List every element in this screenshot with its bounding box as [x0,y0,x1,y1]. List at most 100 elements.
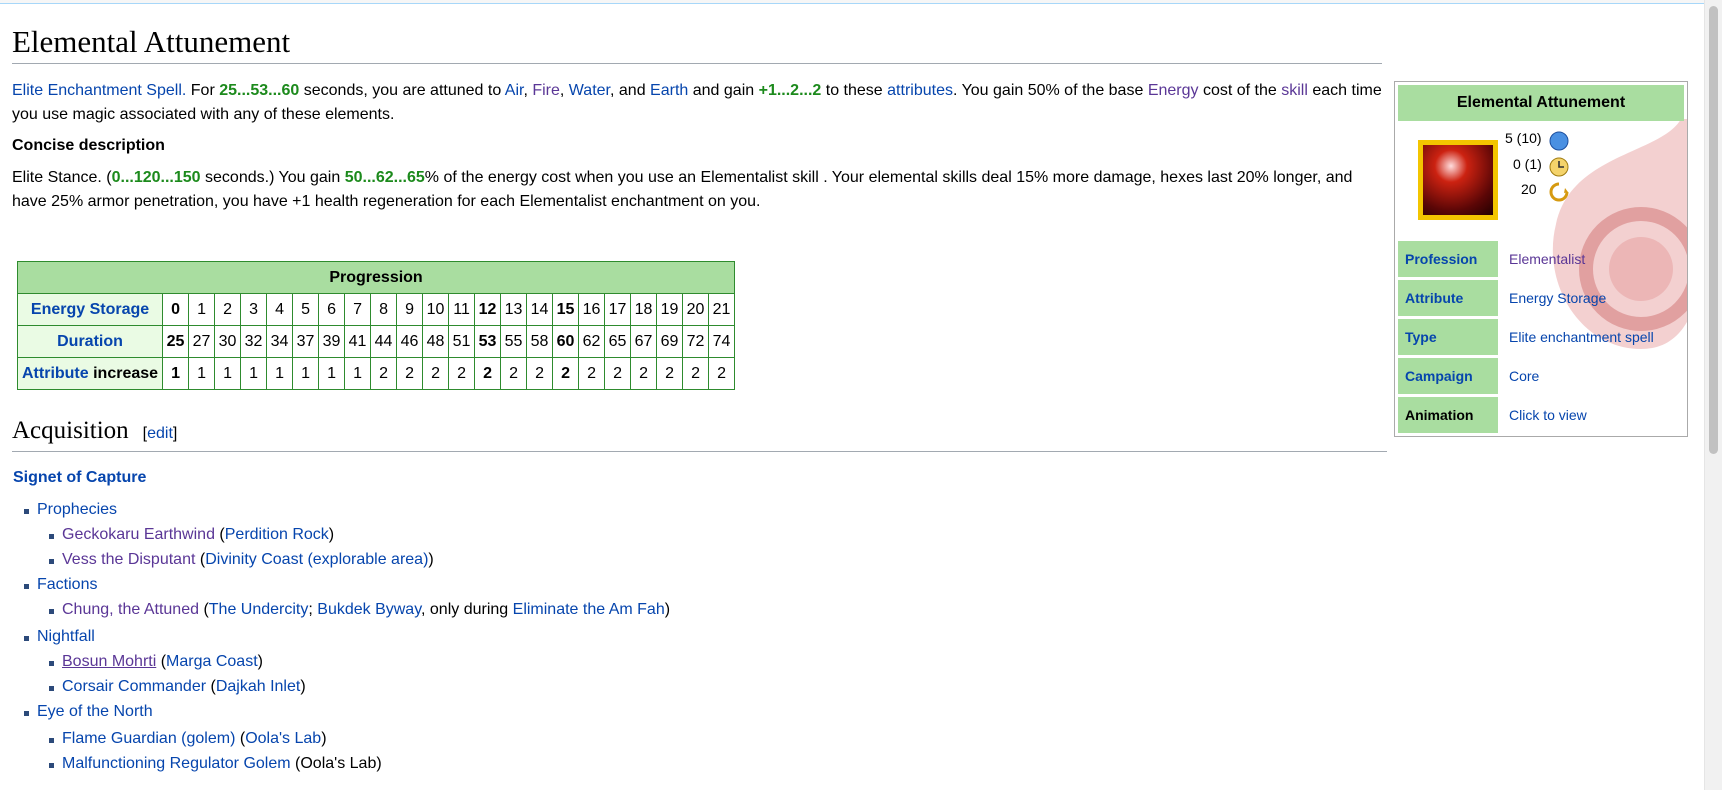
signet-of-capture-link[interactable]: Signet of Capture [13,469,146,487]
activation-clock-icon [1549,157,1569,177]
progression-cell: 2 [500,357,528,390]
list-item: Vess the Disputant (Divinity Coast (expl… [12,548,670,573]
vertical-scrollbar[interactable] [1704,0,1722,790]
dajkah-inlet-link[interactable]: Dajkah Inlet [216,678,301,695]
progression-cell: 1 [266,357,294,390]
progression-cell: 1 [240,357,268,390]
progression-cell: 20 [682,293,710,326]
progression-cell: 55 [500,325,528,358]
fire-link[interactable]: Fire [532,82,560,99]
progression-cell: 6 [318,293,346,326]
elite-spell-link[interactable]: Elite Enchantment Spell. [12,82,186,99]
progression-cell: 2 [656,357,684,390]
concise-description: Elite Stance. (0...120...150 seconds.) Y… [12,169,1353,210]
progression-cell: 2 [578,357,606,390]
duration-header[interactable]: Duration [16,325,164,358]
progression-cell: 2 [552,357,580,390]
edit-link[interactable]: edit [147,425,173,442]
flame-guardian-link[interactable]: Flame Guardian (golem) [62,730,235,747]
malfunctioning-golem-link[interactable]: Malfunctioning Regulator Golem [62,755,291,772]
progression-cell: 21 [708,293,736,326]
progression-cell: 27 [188,325,216,358]
energy-storage-header[interactable]: Energy Storage [16,293,164,326]
infobox-row-campaign: Campaign Core [1398,358,1684,394]
list-item: Bosun Mohrti (Marga Coast) [12,650,670,675]
list-item: Nightfall [12,625,670,650]
list-item: Corsair Commander (Dajkah Inlet) [12,675,670,700]
progression-cell: 2 [474,357,502,390]
list-item: Malfunctioning Regulator Golem (Oola's L… [12,752,670,777]
progression-cell: 16 [578,293,606,326]
skill-icon [1418,140,1498,220]
marga-coast-link[interactable]: Marga Coast [166,653,258,670]
energy-orb-icon [1549,131,1569,151]
attribute-link[interactable]: Attribute [22,365,89,382]
progression-cell: 9 [396,293,424,326]
progression-cell: 12 [474,293,502,326]
progression-cell: 2 [396,357,424,390]
chung-link[interactable]: Chung, the Attuned [62,601,199,618]
progression-cell: 2 [370,357,398,390]
progression-cell: 62 [578,325,606,358]
progression-cell: 1 [318,357,346,390]
scrollbar-thumb[interactable] [1709,6,1718,454]
skill-infobox: Elemental Attunement 5 (10) 0 (1) 20 Pro… [1394,81,1688,437]
divinity-coast-link[interactable]: Divinity Coast (explorable area) [205,551,428,568]
progression-cell: 8 [370,293,398,326]
vess-link[interactable]: Vess the Disputant [62,551,195,568]
oolas-lab-link[interactable]: Oola's Lab [245,730,321,747]
progression-cell: 58 [526,325,554,358]
duration-row: Duration 25 27 30 32 34 37 39 41 44 46 48 51 53 55 58 6… [16,325,736,358]
activation-stat: 0 (1) [1513,156,1542,172]
progression-cell: 2 [630,357,658,390]
acquisition-list: Prophecies Geckokaru Earthwind (Perditio… [12,498,670,777]
progression-cell: 13 [500,293,528,326]
progression-cell: 10 [422,293,450,326]
attribute-increase-row: Attribute increase 111111112222222222222… [16,357,736,390]
progression-cell: 72 [682,325,710,358]
bosun-mohrti-link[interactable]: Bosun Mohrti [62,653,156,670]
progression-cell: 48 [422,325,450,358]
list-item: Prophecies [12,498,670,523]
progression-cell: 18 [630,293,658,326]
progression-cell: 2 [422,357,450,390]
progression-cell: 17 [604,293,632,326]
attributes-link[interactable]: attributes [887,82,953,99]
concise-heading: Concise description [12,137,165,154]
geckokaru-link[interactable]: Geckokaru Earthwind [62,526,215,543]
progression-cell: 1 [162,357,190,390]
progression-cell: 2 [682,357,710,390]
concise-percent-range: 50...62...65 [344,169,425,186]
progression-cell: 32 [240,325,268,358]
list-item: Factions [12,573,670,598]
progression-cell: 4 [266,293,294,326]
edit-section: [edit] [142,425,178,442]
infobox-title: Elemental Attunement [1398,85,1684,121]
factions-link[interactable]: Factions [37,576,97,593]
skill-link[interactable]: skill [1281,82,1308,99]
progression-cell: 2 [448,357,476,390]
progression-cell: 1 [344,357,372,390]
corsair-commander-link[interactable]: Corsair Commander [62,678,206,695]
infobox-row-profession: Profession Elementalist [1398,241,1684,277]
earth-link[interactable]: Earth [650,82,688,99]
progression-cell: 3 [240,293,268,326]
undercity-link[interactable]: The Undercity [209,601,309,618]
progression-cell: 39 [318,325,346,358]
bukdek-byway-link[interactable]: Bukdek Byway [317,601,421,618]
energy-cost-stat: 5 (10) [1505,130,1542,146]
air-link[interactable]: Air [505,82,524,99]
progression-cell: 60 [552,325,580,358]
eye-of-the-north-link[interactable]: Eye of the North [37,703,153,720]
nightfall-link[interactable]: Nightfall [37,628,95,645]
progression-cell: 25 [162,325,190,358]
energy-link[interactable]: Energy [1148,82,1199,99]
attribute-increase-header: Attribute increase [16,357,164,390]
eliminate-am-fah-link[interactable]: Eliminate the Am Fah [513,601,665,618]
progression-cell: 14 [526,293,554,326]
progression-cell: 34 [266,325,294,358]
perdition-rock-link[interactable]: Perdition Rock [225,526,329,543]
progression-cell: 65 [604,325,632,358]
water-link[interactable]: Water [569,82,610,99]
prophecies-link[interactable]: Prophecies [37,501,117,518]
